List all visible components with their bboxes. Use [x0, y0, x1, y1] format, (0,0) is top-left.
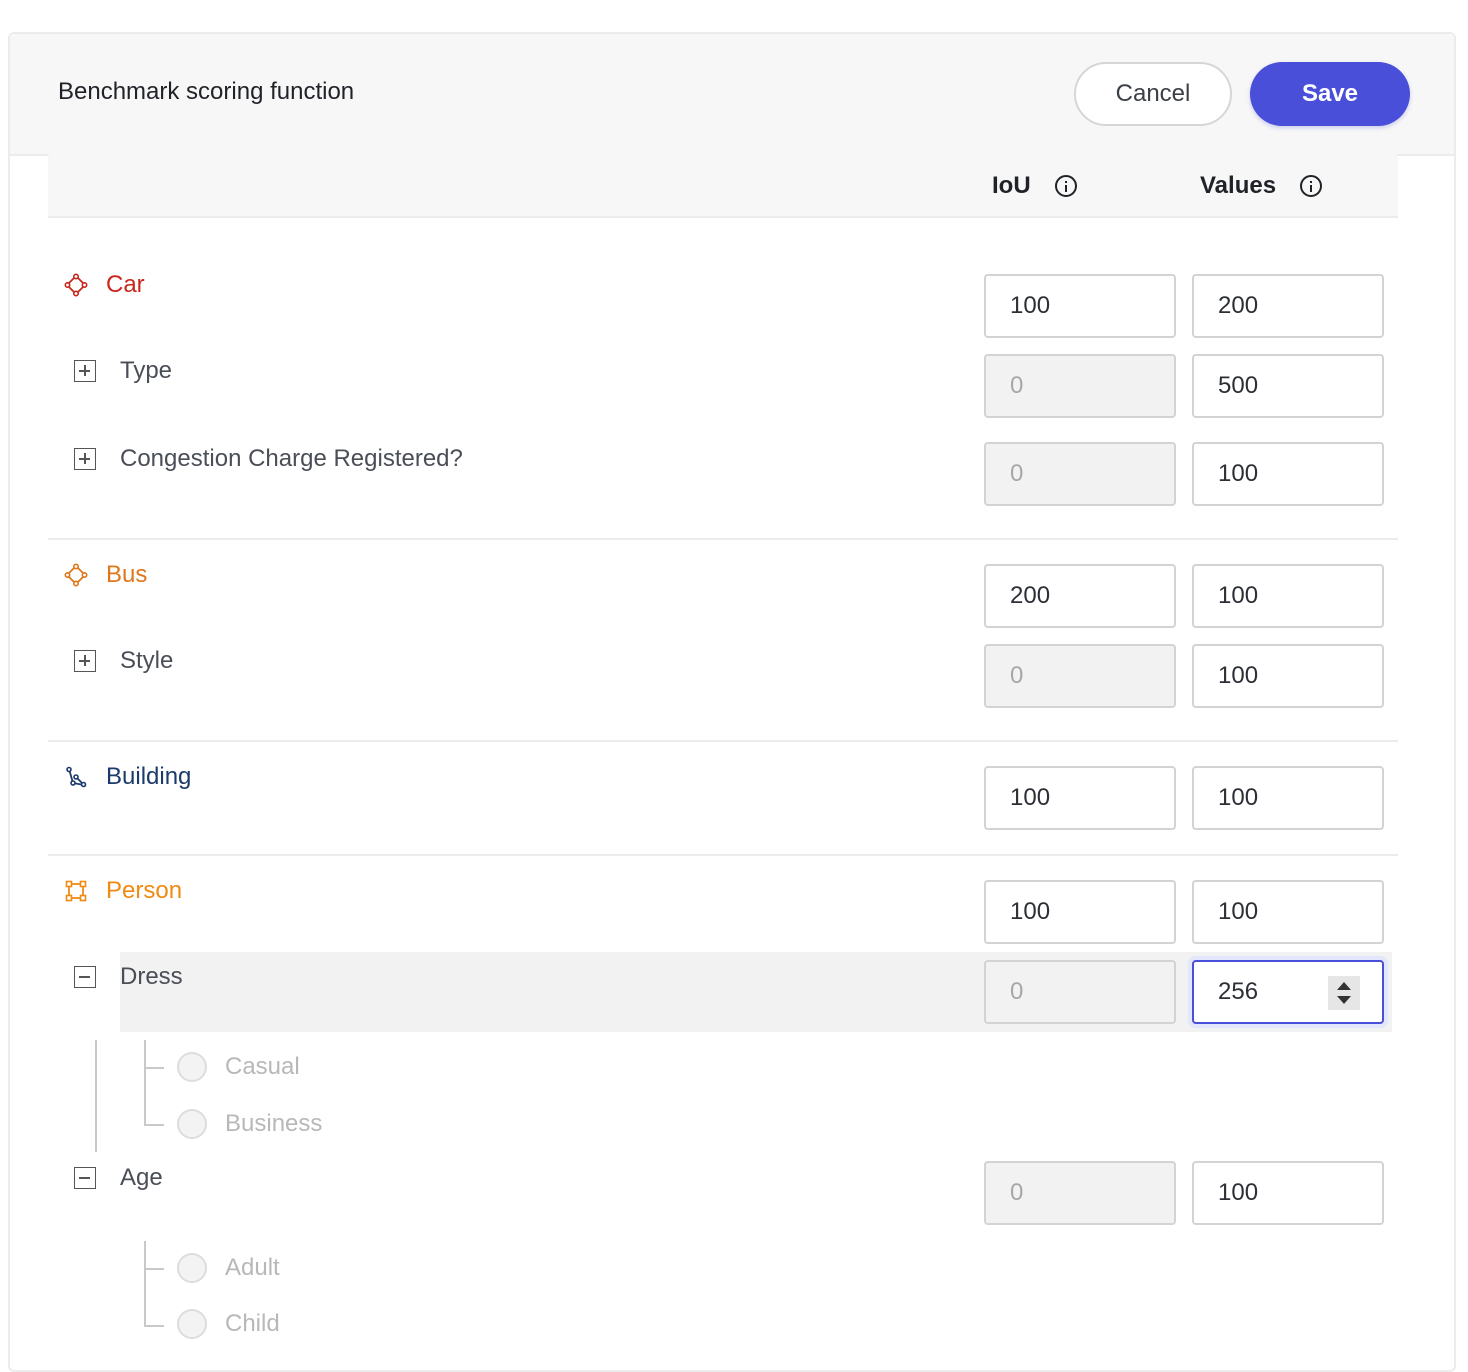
tree-line [144, 1124, 164, 1126]
type-iou-input: 0 [984, 354, 1176, 418]
dress-values-text: 256 [1218, 978, 1259, 1005]
type-values-input[interactable]: 500 [1192, 354, 1384, 418]
row-divider [48, 538, 1398, 540]
radio-circle-icon [177, 1109, 207, 1139]
tree-line [144, 1268, 164, 1270]
person-values-input[interactable]: 100 [1192, 880, 1384, 944]
attribute-label: Dress [120, 963, 183, 990]
collapse-icon[interactable] [74, 1167, 96, 1189]
attribute-label: Age [120, 1164, 163, 1191]
option-adult: Adult [177, 1253, 280, 1283]
attribute-row-congestion[interactable]: Congestion Charge Registered? [74, 445, 463, 473]
option-label: Child [225, 1310, 280, 1337]
polygon-icon [64, 273, 88, 297]
page-title: Benchmark scoring function [58, 78, 355, 105]
radio-circle-icon [177, 1309, 207, 1339]
congestion-iou-input: 0 [984, 442, 1176, 506]
attribute-row-style[interactable]: Style [74, 647, 173, 675]
tree-line [95, 1040, 97, 1152]
polygon-icon [64, 563, 88, 587]
option-label: Business [225, 1110, 323, 1137]
spin-down-icon[interactable] [1337, 996, 1351, 1004]
age-values-input[interactable]: 100 [1192, 1161, 1384, 1225]
option-business: Business [177, 1109, 322, 1139]
expand-icon[interactable] [74, 650, 96, 672]
attribute-label: Type [120, 357, 173, 384]
class-label: Building [106, 763, 192, 790]
expand-icon[interactable] [74, 360, 96, 382]
panel-header: Benchmark scoring function Cancel Save [10, 34, 1454, 156]
attribute-label: Congestion Charge Registered? [120, 445, 463, 472]
option-child: Child [177, 1309, 280, 1339]
age-iou-input: 0 [984, 1161, 1176, 1225]
class-label: Car [106, 271, 145, 298]
attribute-row-type[interactable]: Type [74, 357, 172, 385]
radio-circle-icon [177, 1253, 207, 1283]
dress-iou-input: 0 [984, 960, 1176, 1024]
option-label: Casual [225, 1053, 300, 1080]
tree-line [144, 1325, 164, 1327]
attribute-label: Style [120, 647, 174, 674]
bus-values-input[interactable]: 100 [1192, 564, 1384, 628]
values-column-label: Values [1200, 172, 1277, 199]
class-label: Person [106, 877, 183, 904]
class-row-car: Car [64, 271, 145, 299]
bus-iou-input[interactable]: 200 [984, 564, 1176, 628]
attribute-row-age[interactable]: Age [74, 1164, 163, 1192]
number-spinner[interactable] [1328, 976, 1360, 1010]
row-divider [48, 854, 1398, 856]
iou-column-label: IoU [992, 172, 1031, 199]
dress-values-input[interactable]: 256 [1192, 960, 1384, 1024]
class-label: Bus [106, 561, 148, 588]
tree-line [144, 1241, 146, 1327]
car-values-input[interactable]: 200 [1192, 274, 1384, 338]
save-button[interactable]: Save [1250, 62, 1410, 126]
congestion-values-input[interactable]: 100 [1192, 442, 1384, 506]
expand-icon[interactable] [74, 448, 96, 470]
car-iou-input[interactable]: 100 [984, 274, 1176, 338]
cancel-button[interactable]: Cancel [1074, 62, 1232, 126]
info-icon[interactable] [1300, 175, 1323, 197]
spin-up-icon[interactable] [1337, 982, 1351, 990]
radio-circle-icon [177, 1052, 207, 1082]
info-icon[interactable] [1054, 175, 1077, 197]
values-column-header: Values [1200, 172, 1323, 200]
iou-column-header: IoU [992, 172, 1077, 200]
bounding-box-icon [65, 880, 87, 902]
polyline-icon [66, 766, 87, 788]
attribute-row-dress[interactable]: Dress [74, 963, 183, 991]
tree-line [144, 1067, 164, 1069]
option-label: Adult [225, 1254, 280, 1281]
building-values-input[interactable]: 100 [1192, 766, 1384, 830]
collapse-icon[interactable] [74, 966, 96, 988]
class-row-bus: Bus [64, 561, 147, 589]
person-iou-input[interactable]: 100 [984, 880, 1176, 944]
style-values-input[interactable]: 100 [1192, 644, 1384, 708]
class-row-building: Building [64, 763, 191, 791]
style-iou-input: 0 [984, 644, 1176, 708]
row-divider [48, 740, 1398, 742]
class-row-person: Person [64, 877, 182, 905]
option-casual: Casual [177, 1052, 300, 1082]
tree-line [144, 1040, 146, 1126]
table-header: IoU Values [48, 152, 1398, 218]
building-iou-input[interactable]: 100 [984, 766, 1176, 830]
